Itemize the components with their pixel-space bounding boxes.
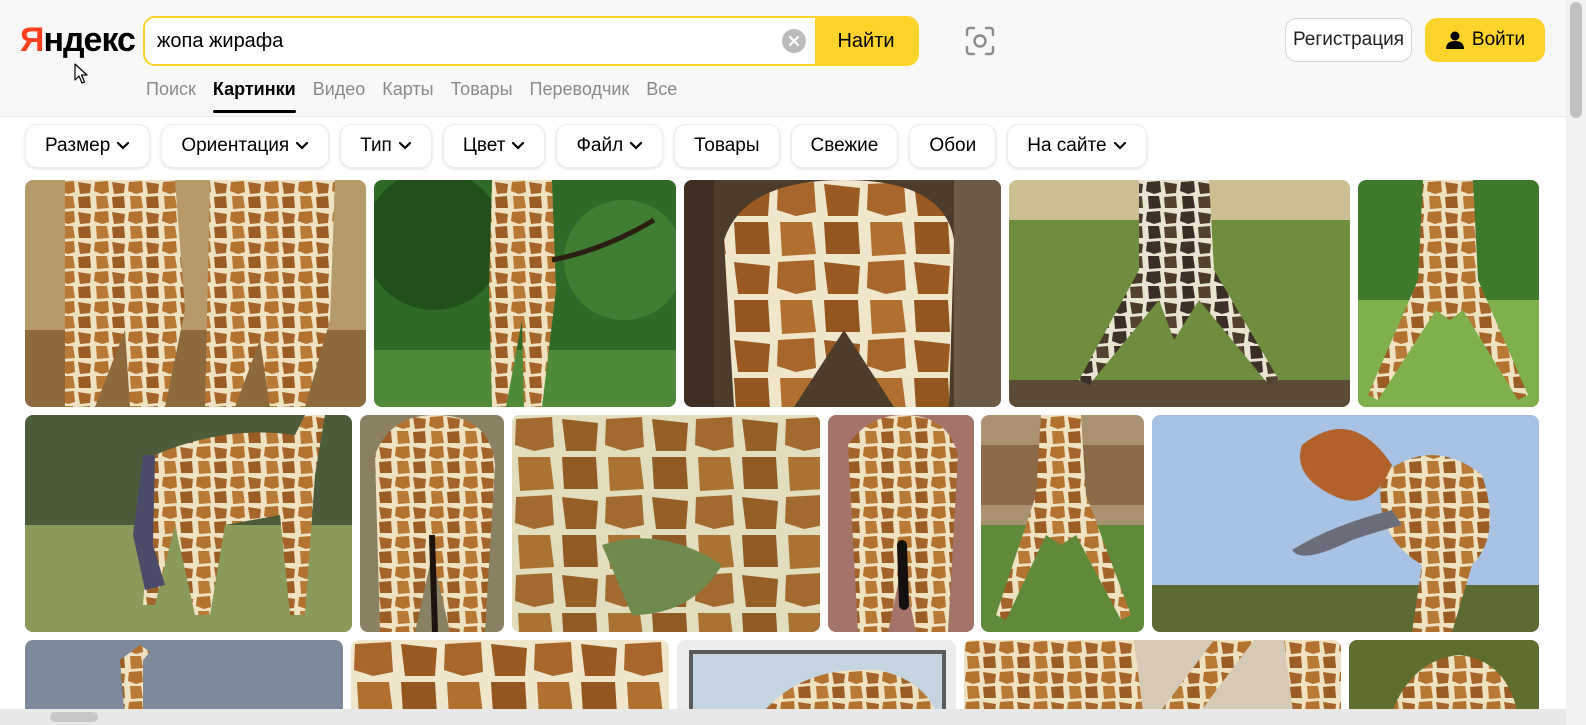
chevron-down-icon bbox=[398, 141, 411, 150]
tab-all[interactable]: Все bbox=[646, 77, 677, 114]
filter-fresh[interactable]: Свежие bbox=[790, 124, 899, 168]
find-button[interactable]: Найти bbox=[815, 18, 917, 64]
horizontal-scrollbar[interactable] bbox=[0, 709, 1566, 725]
chevron-down-icon bbox=[512, 141, 525, 150]
chevron-down-icon bbox=[1113, 141, 1126, 150]
image-result[interactable] bbox=[677, 640, 956, 720]
yandex-logo[interactable]: Яндекс bbox=[20, 20, 136, 60]
register-button[interactable]: Регистрация bbox=[1285, 18, 1412, 62]
image-result[interactable] bbox=[1349, 640, 1539, 720]
filter-type[interactable]: Тип bbox=[340, 124, 432, 168]
search-tabs: Поиск Картинки Видео Карты Товары Перево… bbox=[146, 77, 694, 114]
scrollbar-thumb[interactable] bbox=[50, 712, 98, 722]
tab-images[interactable]: Картинки bbox=[212, 77, 296, 114]
image-result[interactable] bbox=[1152, 415, 1539, 632]
tab-search[interactable]: Поиск bbox=[146, 77, 196, 114]
chevron-down-icon bbox=[296, 141, 309, 150]
filter-color[interactable]: Цвет bbox=[442, 124, 546, 168]
filter-file[interactable]: Файл bbox=[556, 124, 664, 168]
image-result[interactable] bbox=[25, 415, 352, 632]
chevron-down-icon bbox=[630, 141, 643, 150]
image-result[interactable] bbox=[25, 640, 343, 720]
filter-wallpapers[interactable]: Обои bbox=[909, 124, 997, 168]
image-result[interactable] bbox=[360, 415, 504, 632]
image-result[interactable] bbox=[684, 180, 1001, 407]
image-result[interactable] bbox=[828, 415, 974, 632]
image-search-camera-icon[interactable] bbox=[963, 24, 997, 58]
tab-translator[interactable]: Переводчик bbox=[530, 77, 630, 114]
image-result[interactable] bbox=[981, 415, 1144, 632]
tab-products[interactable]: Товары bbox=[451, 77, 513, 114]
filter-on-site[interactable]: На сайте bbox=[1007, 124, 1147, 168]
filter-size[interactable]: Размер bbox=[25, 124, 151, 168]
image-result[interactable] bbox=[1009, 180, 1350, 407]
tab-video[interactable]: Видео bbox=[313, 77, 366, 114]
filter-bar: Размер Ориентация Тип Цвет Файл Товары С… bbox=[25, 124, 1147, 168]
image-result[interactable] bbox=[964, 640, 1341, 720]
filter-products[interactable]: Товары bbox=[674, 124, 780, 168]
filter-orientation[interactable]: Ориентация bbox=[161, 124, 330, 168]
mouse-cursor-icon bbox=[74, 63, 88, 84]
search-input[interactable] bbox=[157, 18, 777, 64]
image-result[interactable] bbox=[374, 180, 676, 407]
scrollbar-thumb[interactable] bbox=[1570, 2, 1582, 118]
login-button[interactable]: Войти bbox=[1425, 18, 1545, 62]
image-result[interactable] bbox=[1358, 180, 1539, 407]
login-label: Войти bbox=[1471, 29, 1526, 50]
user-icon bbox=[1445, 31, 1464, 49]
chevron-down-icon bbox=[117, 141, 130, 150]
clear-search-button[interactable] bbox=[782, 29, 806, 53]
vertical-scrollbar[interactable] bbox=[1566, 0, 1586, 725]
tab-maps[interactable]: Карты bbox=[382, 77, 433, 114]
image-result[interactable] bbox=[512, 415, 820, 632]
header: Яндекс Найти Регистрация Войти Поиск Кар… bbox=[0, 0, 1566, 117]
close-icon bbox=[788, 35, 800, 47]
search-box: Найти bbox=[143, 16, 919, 66]
image-result[interactable] bbox=[351, 640, 669, 720]
image-result[interactable] bbox=[25, 180, 366, 407]
